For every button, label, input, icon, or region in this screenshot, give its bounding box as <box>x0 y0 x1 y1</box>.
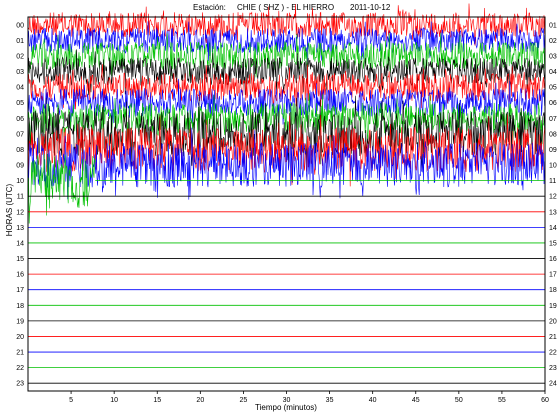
x-tick-label: 20 <box>196 397 204 404</box>
x-tick-label: 10 <box>110 397 118 404</box>
right-hour-label: 03 <box>549 53 557 60</box>
right-hour-label: 12 <box>549 194 557 201</box>
right-hour-label: 17 <box>549 272 557 279</box>
left-hour-label: 15 <box>16 256 24 263</box>
left-hour-label: 21 <box>16 350 24 357</box>
right-hour-label: 04 <box>549 69 557 76</box>
x-tick-label: 25 <box>240 397 248 404</box>
right-hour-label: 22 <box>549 350 557 357</box>
left-hour-label: 01 <box>16 38 24 45</box>
x-tick-label: 55 <box>498 397 506 404</box>
right-hour-label: 11 <box>549 178 556 185</box>
left-hour-label: 02 <box>16 53 24 60</box>
left-hour-label: 18 <box>16 303 24 310</box>
left-hour-label: 07 <box>16 131 24 138</box>
right-hour-label: 02 <box>549 38 557 45</box>
right-hour-label: 21 <box>549 334 557 341</box>
right-hour-label: 23 <box>549 365 557 372</box>
left-hour-label: 19 <box>16 318 24 325</box>
x-tick-label: 50 <box>455 397 463 404</box>
right-hour-label: 01 <box>549 22 557 29</box>
right-hour-label: 24 <box>549 381 557 388</box>
left-hour-label: 06 <box>16 116 24 123</box>
right-hour-label: 08 <box>549 131 557 138</box>
left-hour-label: 08 <box>16 147 24 154</box>
right-hour-label: 10 <box>549 163 557 170</box>
x-tick-label: 15 <box>153 397 161 404</box>
left-hour-label: 22 <box>16 365 24 372</box>
right-hour-label: 16 <box>549 256 557 263</box>
right-hour-label: 05 <box>549 85 557 92</box>
left-hour-label: 04 <box>16 85 24 92</box>
chart-title-label: Estación: <box>193 3 226 12</box>
right-hour-label: 20 <box>549 318 557 325</box>
left-hour-label: 00 <box>16 22 24 29</box>
y-axis-label: HORAS (UTC) <box>5 183 14 236</box>
x-tick-label: 45 <box>412 397 420 404</box>
right-hour-label: 19 <box>549 303 557 310</box>
right-hour-label: 14 <box>549 225 557 232</box>
helicorder-chart: Estación: CHIE ( SHZ ) - EL HIERRO 2011-… <box>0 0 560 414</box>
left-hour-label: 05 <box>16 100 24 107</box>
x-tick-label: 5 <box>69 397 73 404</box>
left-hour-label: 03 <box>16 69 24 76</box>
left-hour-label: 13 <box>16 225 24 232</box>
left-hour-label: 09 <box>16 163 24 170</box>
x-tick-label: 40 <box>369 397 377 404</box>
right-hour-label: 06 <box>549 100 557 107</box>
left-hour-label: 10 <box>16 178 24 185</box>
left-hour-label: 12 <box>16 209 24 216</box>
left-hour-label: 14 <box>16 240 24 247</box>
right-hour-label: 15 <box>549 240 557 247</box>
left-hour-label: 17 <box>16 287 24 294</box>
x-tick-label: 35 <box>326 397 334 404</box>
left-hour-label: 11 <box>17 194 24 201</box>
right-hour-label: 09 <box>549 147 557 154</box>
left-hour-label: 23 <box>16 381 24 388</box>
right-hour-label: 18 <box>549 287 557 294</box>
chart-title-station: CHIE ( SHZ ) - EL HIERRO <box>237 3 334 12</box>
x-axis-label: Tiempo (minutos) <box>255 403 317 412</box>
x-tick-label: 60 <box>541 397 549 404</box>
right-hour-label: 07 <box>549 116 557 123</box>
chart-title-date: 2011-10-12 <box>350 3 391 12</box>
left-hour-label: 16 <box>16 272 24 279</box>
right-hour-label: 13 <box>549 209 557 216</box>
left-hour-label: 20 <box>16 334 24 341</box>
